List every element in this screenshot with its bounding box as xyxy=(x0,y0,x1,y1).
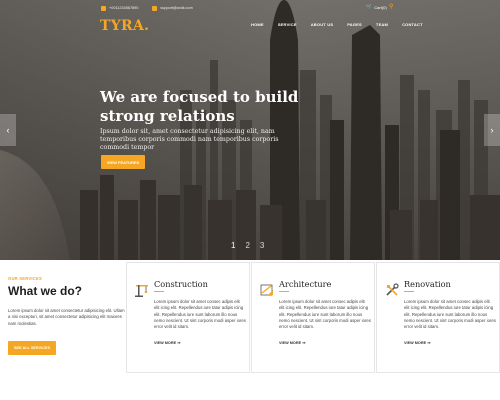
cart-link[interactable]: 🛒 Cart(0) xyxy=(366,4,387,10)
card-title: Architecture xyxy=(279,279,332,289)
card-body: Lorem ipsum dolor sit amet consec adipis… xyxy=(404,299,496,330)
services-description: Lorem ipsum dolor sit amet consectetur a… xyxy=(8,308,125,326)
services-eyebrow: OUR SERVICES xyxy=(8,276,42,281)
tools-icon xyxy=(386,283,399,296)
site-logo[interactable]: TYRA. xyxy=(100,18,149,34)
slider-page-3[interactable]: 3 xyxy=(260,241,264,250)
search-icon[interactable]: ⚲ xyxy=(389,3,393,10)
service-card-construction: Construction Lorem ipsum dolor sit amet … xyxy=(126,262,250,373)
service-card-architecture: Architecture Lorem ipsum dolor sit amet … xyxy=(251,262,375,373)
card-title: Renovation xyxy=(404,279,451,289)
nav-item-service[interactable]: SERVICE xyxy=(271,22,304,27)
services-intro: OUR SERVICES What we do? Lorem ipsum dol… xyxy=(8,276,126,327)
slider-page-2[interactable]: 2 xyxy=(245,241,249,250)
view-more-link[interactable]: VIEW MORE ⇒ xyxy=(279,340,305,345)
card-title: Construction xyxy=(154,279,208,289)
top-contact-bar: +0011234567890 support@wolk.com xyxy=(101,3,193,13)
email-icon xyxy=(152,5,158,11)
main-navigation: HOME SERVICE ABOUT US PAGES TEAM CONTACT xyxy=(244,22,430,27)
view-features-button[interactable]: VIEW FEATURES xyxy=(101,155,145,169)
slider-next-arrow-icon[interactable]: › xyxy=(484,114,500,146)
cart-icon: 🛒 xyxy=(366,4,373,10)
nav-item-team[interactable]: TEAM xyxy=(369,22,395,27)
hero-subtext: Ipsum dolor sit, amet consectetur adipis… xyxy=(100,128,279,151)
card-body: Lorem ipsum dolor sit amet consec adipis… xyxy=(279,299,371,330)
nav-item-pages[interactable]: PAGES xyxy=(340,22,369,27)
hero-headline: We are focused to build strong relations xyxy=(100,88,299,125)
slider-prev-arrow-icon[interactable]: ‹ xyxy=(0,114,16,146)
email-address: support@wolk.com xyxy=(160,6,193,10)
email-contact[interactable]: support@wolk.com xyxy=(152,5,193,11)
card-body: Lorem ipsum dolor sit amet consec adipis… xyxy=(154,299,246,330)
card-divider xyxy=(404,291,414,292)
blueprint-icon xyxy=(260,284,273,296)
service-card-renovation: Renovation Lorem ipsum dolor sit amet co… xyxy=(376,262,500,373)
nav-item-home[interactable]: HOME xyxy=(244,22,271,27)
phone-icon xyxy=(101,5,106,11)
crane-icon xyxy=(135,285,148,297)
nav-item-about-us[interactable]: ABOUT US xyxy=(304,22,341,27)
view-more-link[interactable]: VIEW MORE ⇒ xyxy=(404,340,430,345)
phone-contact[interactable]: +0011234567890 xyxy=(101,5,139,11)
nav-item-contact[interactable]: CONTACT xyxy=(395,22,430,27)
services-title: What we do? xyxy=(8,284,82,298)
slider-page-1[interactable]: 1 xyxy=(231,241,235,250)
see-all-services-button[interactable]: SEE ALL SERVICES xyxy=(8,341,56,355)
cart-label: Cart(0) xyxy=(374,4,387,10)
card-divider xyxy=(154,291,164,292)
card-divider xyxy=(279,291,289,292)
phone-number: +0011234567890 xyxy=(109,6,139,10)
slider-pagination: 1 2 3 xyxy=(231,241,264,250)
view-more-link[interactable]: VIEW MORE ⇒ xyxy=(154,340,180,345)
